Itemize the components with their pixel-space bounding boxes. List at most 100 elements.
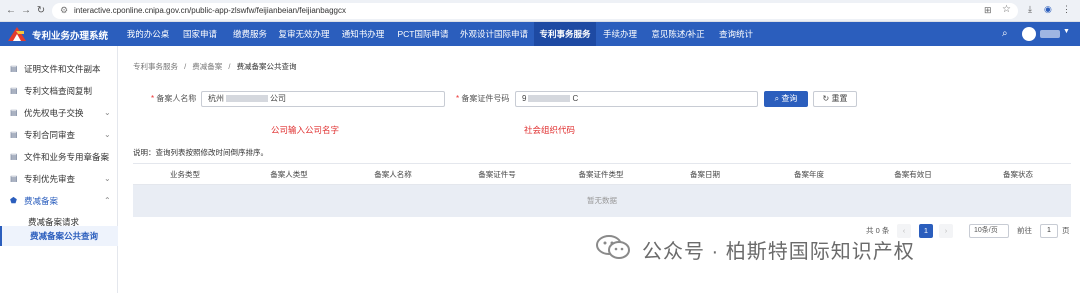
sidebar-item-label: 优先权电子交换 bbox=[24, 108, 84, 118]
document-icon: ▤ bbox=[10, 86, 18, 95]
filer-name-input[interactable]: 杭州 公司 bbox=[201, 91, 445, 107]
sidebar-item-contract-review[interactable]: ▤ 专利合同审查 ⌄ bbox=[0, 124, 118, 146]
table-empty-state: 暂无数据 bbox=[133, 185, 1071, 217]
column-header[interactable]: 备案状态 bbox=[965, 164, 1071, 186]
menu-my-desk[interactable]: 我的办公桌 bbox=[122, 22, 174, 46]
reset-button[interactable]: ↻ 重置 bbox=[813, 91, 857, 107]
app-title: 专利业务办理系统 bbox=[32, 31, 109, 42]
chevron-down-icon: ⌄ bbox=[104, 152, 111, 161]
menu-pct[interactable]: PCT国际申请 bbox=[392, 22, 454, 46]
column-header[interactable]: 备案年度 bbox=[757, 164, 861, 186]
column-header[interactable]: 业务类型 bbox=[133, 164, 237, 186]
query-button-label: 查询 bbox=[781, 94, 798, 103]
cert-number-label: * 备案证件号码 bbox=[456, 93, 509, 104]
sidebar-item-fee-reduction[interactable]: ⬟ 费减备案 ⌃ bbox=[0, 190, 118, 212]
next-page-icon[interactable]: › bbox=[939, 224, 953, 238]
watermark-text: 公众号 · 柏斯特国际知识产权 bbox=[642, 241, 915, 263]
breadcrumb: 专利事务服务 / 费减备案 / 费减备案公共查询 bbox=[133, 61, 297, 72]
column-header[interactable]: 备案证件类型 bbox=[549, 164, 653, 186]
sidebar-item-priority-exchange[interactable]: ▤ 优先权电子交换 ⌄ bbox=[0, 102, 118, 124]
browser-toolbar: ← → ↻ ⚙ interactive.cponline.cnipa.gov.c… bbox=[0, 0, 1080, 22]
column-header[interactable]: 备案有效日 bbox=[861, 164, 965, 186]
menu-procedures[interactable]: 手续办理 bbox=[596, 22, 644, 46]
document-icon: ▤ bbox=[10, 152, 18, 161]
sidebar-item-label: 费减备案 bbox=[24, 196, 59, 206]
sidebar-item-archive-copy[interactable]: ▤ 专利文档查阅复制 bbox=[0, 80, 118, 102]
chevron-up-icon: ⌃ bbox=[104, 196, 111, 205]
reload-icon[interactable]: ↻ bbox=[34, 4, 48, 18]
sidebar-item-label: 专利文档查阅复制 bbox=[24, 86, 93, 96]
sidebar-item-priority-review[interactable]: ▤ 专利优先审查 ⌄ bbox=[0, 168, 118, 190]
user-name-masked[interactable] bbox=[1040, 30, 1060, 38]
url-text[interactable]: interactive.cponline.cnipa.gov.cn/public… bbox=[74, 6, 346, 15]
back-icon[interactable]: ← bbox=[4, 4, 18, 18]
document-icon: ▤ bbox=[10, 108, 18, 117]
sidebar-item-seal-filing[interactable]: ▤ 文件和业务专用章备案 ⌄ bbox=[0, 146, 118, 168]
forward-icon[interactable]: → bbox=[19, 4, 33, 18]
document-icon: ▤ bbox=[10, 174, 18, 183]
menu-fee-service[interactable]: 缴费服务 bbox=[226, 22, 274, 46]
user-avatar[interactable] bbox=[1022, 27, 1036, 41]
document-icon: ▤ bbox=[10, 64, 18, 73]
document-icon: ▤ bbox=[10, 130, 18, 139]
page-number-current[interactable]: 1 bbox=[919, 224, 933, 238]
sort-note: 说明：查询列表按照修改时间倒序排序。 bbox=[133, 148, 268, 157]
sidebar-item-label: 文件和业务专用章备案 bbox=[24, 152, 110, 162]
chevron-down-icon[interactable]: ▼ bbox=[1063, 28, 1070, 35]
bookmark-star-icon[interactable]: ☆ bbox=[1002, 4, 1011, 15]
search-icon[interactable]: ⌕ bbox=[1002, 28, 1008, 39]
masked-text bbox=[528, 95, 571, 103]
sidebar-item-label: 专利优先审查 bbox=[24, 174, 76, 184]
column-header[interactable]: 备案证件号 bbox=[445, 164, 549, 186]
breadcrumb-separator: / bbox=[228, 62, 231, 71]
menu-opinion-correction[interactable]: 意见陈述/补正 bbox=[644, 22, 712, 46]
cert-value-prefix: 9 bbox=[522, 94, 527, 103]
chevron-down-icon: ⌄ bbox=[104, 108, 111, 117]
site-info-icon[interactable]: ⚙ bbox=[60, 5, 68, 16]
required-mark: * bbox=[456, 94, 460, 103]
table-header: 业务类型 备案人类型 备案人名称 备案证件号 备案证件类型 备案日期 备案年度 … bbox=[133, 163, 1071, 185]
breadcrumb-item[interactable]: 专利事务服务 bbox=[133, 62, 178, 71]
sidebar-subitem-label: 费减备案公共查询 bbox=[30, 231, 99, 241]
menu-national-application[interactable]: 国家申请 bbox=[174, 22, 226, 46]
sidebar-item-label: 证明文件和文件副本 bbox=[24, 64, 101, 74]
sidebar-item-label: 专利合同审查 bbox=[24, 130, 76, 140]
menu-patent-affairs[interactable]: 专利事务服务 bbox=[534, 22, 596, 46]
download-icon[interactable]: ⤓ bbox=[1028, 4, 1032, 15]
cert-number-label-text: 备案证件号码 bbox=[461, 94, 510, 103]
shield-icon: ⬟ bbox=[10, 196, 17, 205]
annotation-cert-hint: 社会组织代码 bbox=[524, 125, 576, 135]
wechat-icon bbox=[596, 235, 630, 259]
column-header[interactable]: 备案人类型 bbox=[237, 164, 341, 186]
reset-button-label: 重置 bbox=[831, 94, 848, 103]
breadcrumb-item[interactable]: 费减备案 bbox=[192, 62, 222, 71]
filer-name-label: * 备案人名称 bbox=[151, 93, 196, 104]
profile-icon[interactable]: ◉ bbox=[1044, 4, 1052, 15]
annotation-name-hint: 公司输入公司名字 bbox=[271, 125, 340, 135]
top-navigation: 专利业务办理系统 我的办公桌 国家申请 缴费服务 复审无效办理 通知书办理 PC… bbox=[0, 22, 1080, 46]
page-suffix: 页 bbox=[1062, 226, 1070, 235]
sidebar-item-certificates[interactable]: ▤ 证明文件和文件副本 bbox=[0, 58, 118, 80]
query-button[interactable]: ⌕ 查询 bbox=[764, 91, 808, 107]
page-size-select[interactable]: 10条/页 bbox=[969, 224, 1009, 238]
translate-icon[interactable]: ⊞ bbox=[984, 5, 992, 16]
menu-design-international[interactable]: 外观设计国际申请 bbox=[454, 22, 534, 46]
breadcrumb-current: 费减备案公共查询 bbox=[236, 62, 297, 71]
cert-number-input[interactable]: 9C bbox=[515, 91, 758, 107]
column-header[interactable]: 备案人名称 bbox=[341, 164, 445, 186]
sidebar-subitem-fee-reduction-query[interactable]: 费减备案公共查询 bbox=[0, 226, 118, 246]
filer-name-label-text: 备案人名称 bbox=[156, 94, 197, 103]
cert-value-suffix: C bbox=[572, 94, 579, 103]
filer-name-value-suffix: 公司 bbox=[270, 94, 286, 103]
page-size-value: 10条/页 bbox=[974, 227, 998, 234]
reset-icon: ↻ bbox=[822, 94, 830, 103]
menu-query-stats[interactable]: 查询统计 bbox=[712, 22, 760, 46]
menu-reexamination[interactable]: 复审无效办理 bbox=[274, 22, 334, 46]
chevron-down-icon: ⌄ bbox=[104, 130, 111, 139]
breadcrumb-separator: / bbox=[184, 62, 187, 71]
goto-page-input[interactable]: 1 bbox=[1040, 224, 1058, 238]
column-header[interactable]: 备案日期 bbox=[653, 164, 757, 186]
address-bar[interactable]: ⚙ interactive.cponline.cnipa.gov.cn/publ… bbox=[52, 3, 1018, 19]
browser-menu-icon[interactable]: ⋮ bbox=[1062, 4, 1071, 15]
menu-notice[interactable]: 通知书办理 bbox=[334, 22, 392, 46]
